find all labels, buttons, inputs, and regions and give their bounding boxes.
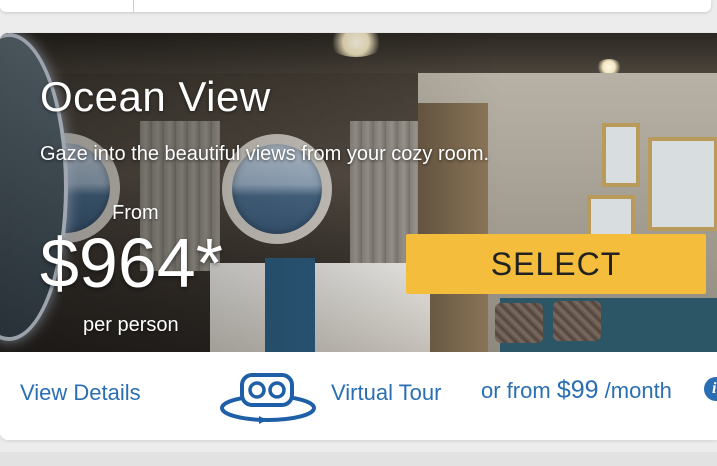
financing-amount: $99	[556, 376, 599, 404]
room-title: Ocean View	[40, 73, 271, 120]
view-details-link[interactable]: View Details	[20, 380, 141, 406]
stateroom-card: Ocean View Gaze into the beautiful views…	[0, 33, 717, 440]
top-card-divider	[133, 0, 134, 12]
price: $964*	[40, 224, 223, 302]
vr-headset-360-icon[interactable]	[219, 372, 319, 424]
select-button[interactable]: SELECT	[406, 234, 706, 294]
price-prefix: From	[112, 202, 159, 224]
financing-suffix: /month	[604, 378, 672, 403]
financing-prefix: or from	[481, 378, 551, 403]
top-card-edge	[0, 0, 711, 12]
card-footer: View Details Virtual Tour or from $99 /m…	[0, 352, 717, 440]
info-icon[interactable]: i	[704, 377, 717, 401]
room-description: Gaze into the beautiful views from your …	[40, 143, 490, 165]
price-suffix: per person	[83, 314, 179, 336]
room-photo: Ocean View Gaze into the beautiful views…	[0, 33, 717, 352]
next-card-edge	[0, 452, 717, 466]
financing-offer: or from $99 /month	[481, 376, 672, 405]
virtual-tour-link[interactable]: Virtual Tour	[331, 380, 441, 406]
